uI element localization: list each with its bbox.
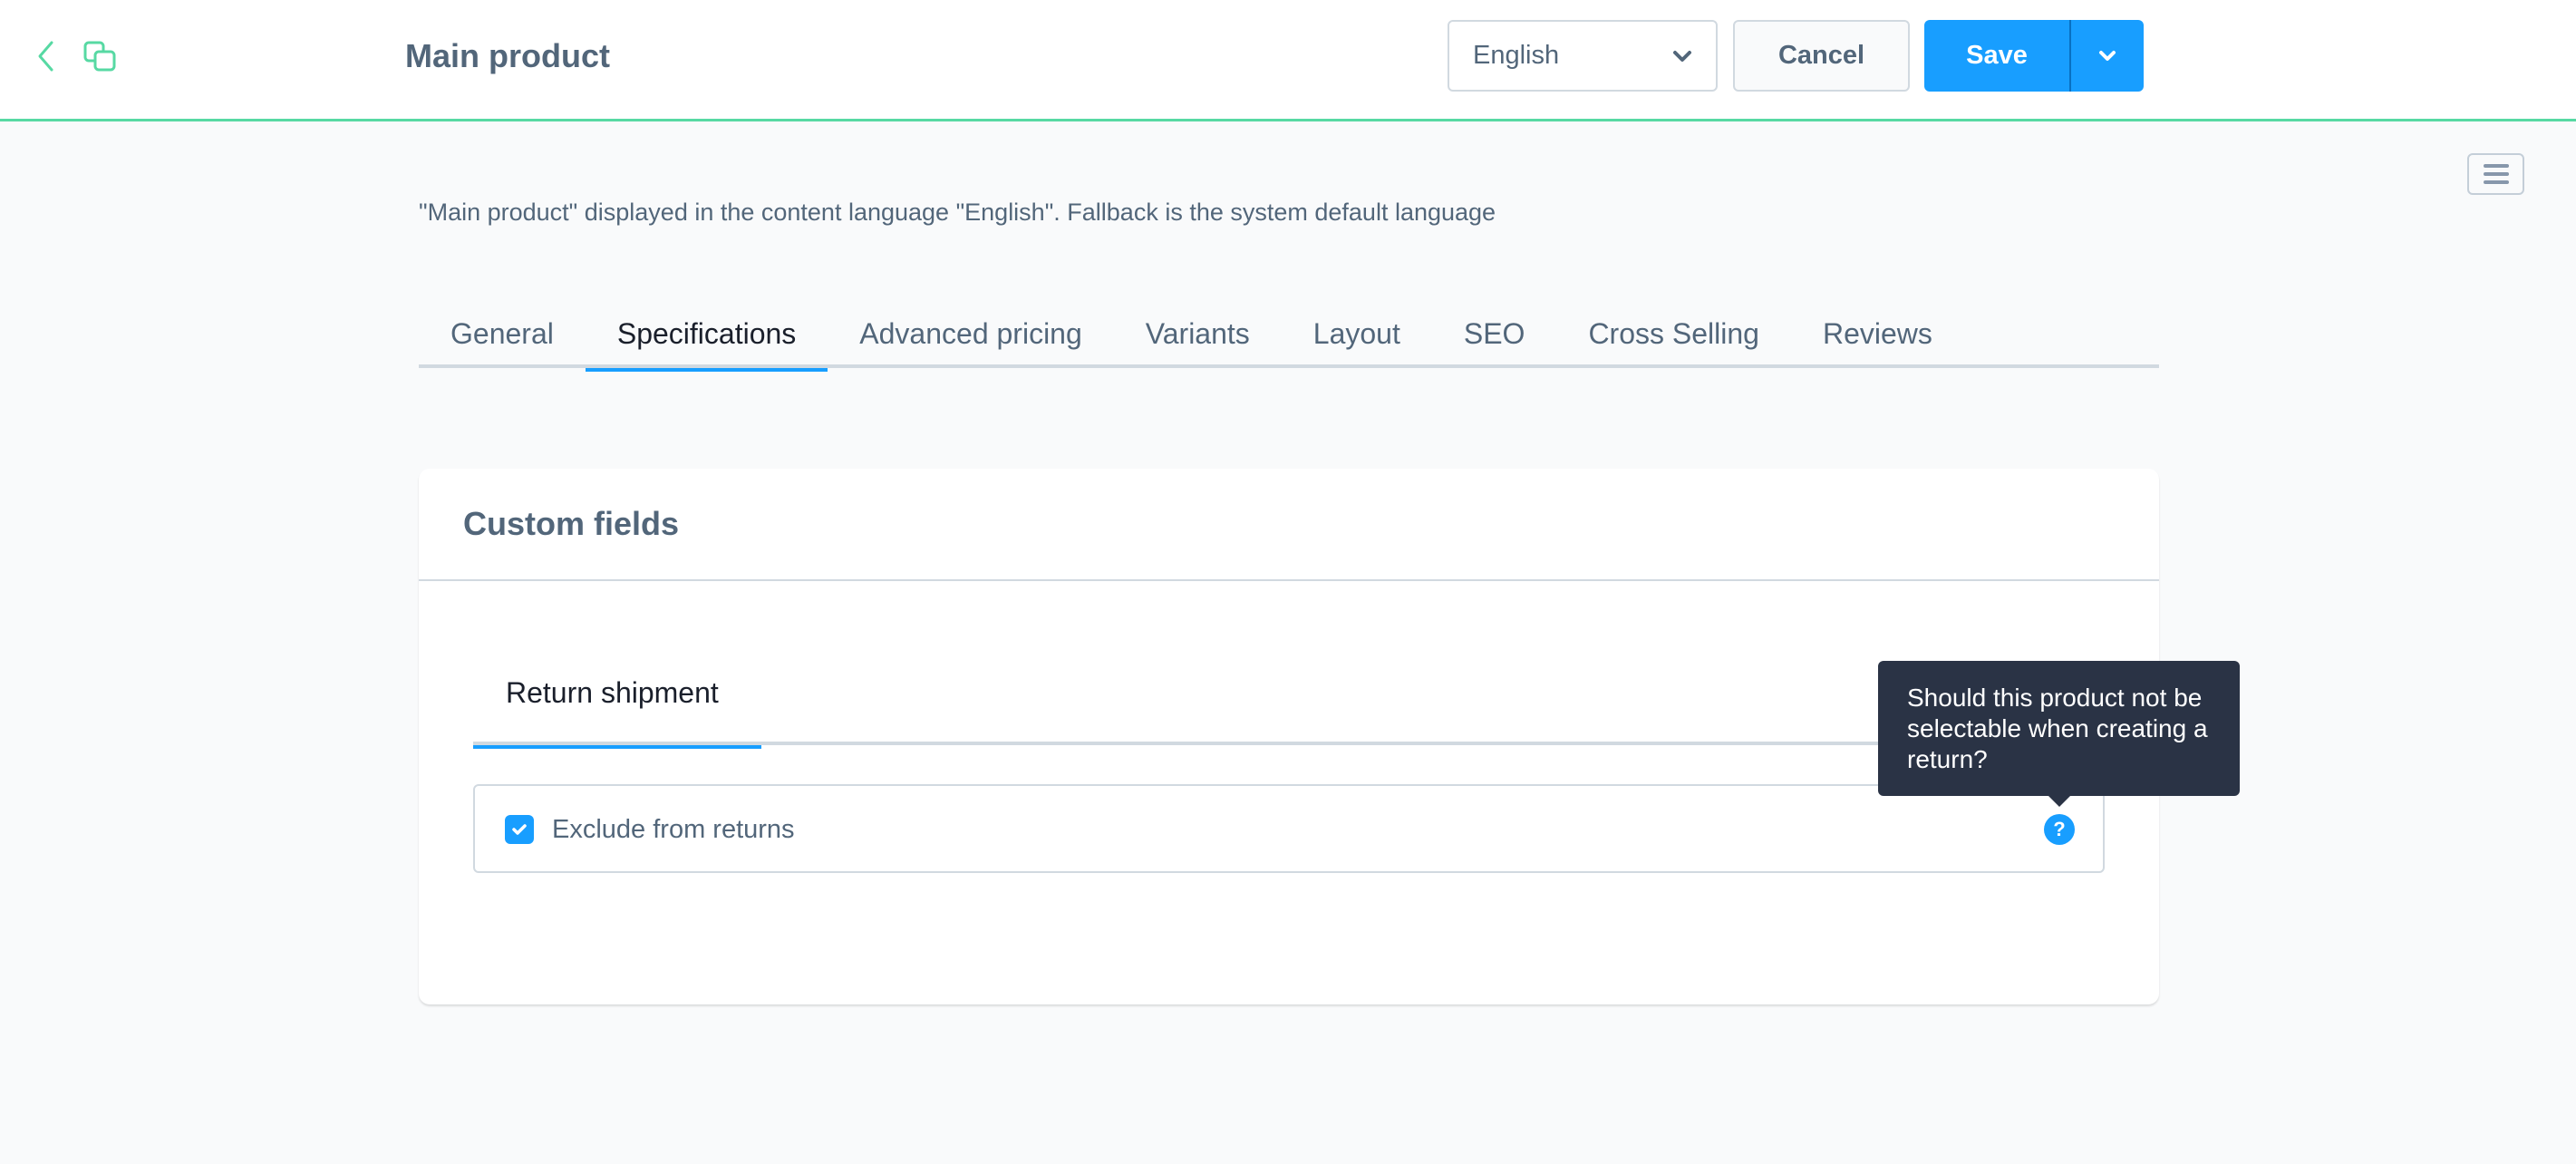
tab-reviews[interactable]: Reviews <box>1791 299 1964 368</box>
save-button[interactable]: Save <box>1924 20 2071 92</box>
chevron-left-icon[interactable] <box>34 40 56 73</box>
help-tooltip: Should this product not be selectable wh… <box>1878 661 2240 807</box>
save-options-toggle[interactable] <box>2071 20 2144 92</box>
tab-variants[interactable]: Variants <box>1114 299 1282 368</box>
exclude-from-returns-field: Exclude from returns ? <box>473 784 2105 873</box>
exclude-from-returns-checkbox[interactable] <box>505 815 534 844</box>
sidebar-toggle-button[interactable] <box>2467 153 2524 195</box>
tab-general[interactable]: General <box>419 299 586 368</box>
cancel-button[interactable]: Cancel <box>1733 20 1910 92</box>
top-bar: Main product English Cancel Save <box>0 0 2576 121</box>
language-select[interactable]: English <box>1448 20 1718 92</box>
page-title: Main product <box>405 37 610 74</box>
help-icon[interactable]: ? <box>2044 814 2075 845</box>
tab-return-shipment[interactable]: Return shipment <box>473 636 761 749</box>
tab-seo[interactable]: SEO <box>1432 299 1557 368</box>
checkmark-icon <box>512 824 527 835</box>
card-header: Custom fields <box>419 469 2159 581</box>
checkbox-label[interactable]: Exclude from returns <box>552 811 795 848</box>
menu-icon-bar <box>2483 172 2509 176</box>
menu-icon-bar <box>2483 180 2509 184</box>
menu-icon-bar <box>2483 164 2509 168</box>
card-title: Custom fields <box>463 505 680 542</box>
language-info-text: "Main product" displayed in the content … <box>419 199 1496 226</box>
chevron-down-icon <box>2099 51 2116 61</box>
tab-cross-selling[interactable]: Cross Selling <box>1556 299 1791 368</box>
tab-advanced-pricing[interactable]: Advanced pricing <box>828 299 1113 368</box>
copy-icon[interactable] <box>82 40 117 73</box>
custom-field-set-tabs: Return shipment <box>473 636 2105 749</box>
save-button-group: Save <box>1924 20 2144 92</box>
tab-specifications[interactable]: Specifications <box>585 299 828 372</box>
chevron-down-icon <box>1673 50 1691 62</box>
language-select-value: English <box>1473 41 1560 70</box>
product-tabs: General Specifications Advanced pricing … <box>419 299 2159 372</box>
tab-layout[interactable]: Layout <box>1282 299 1432 368</box>
